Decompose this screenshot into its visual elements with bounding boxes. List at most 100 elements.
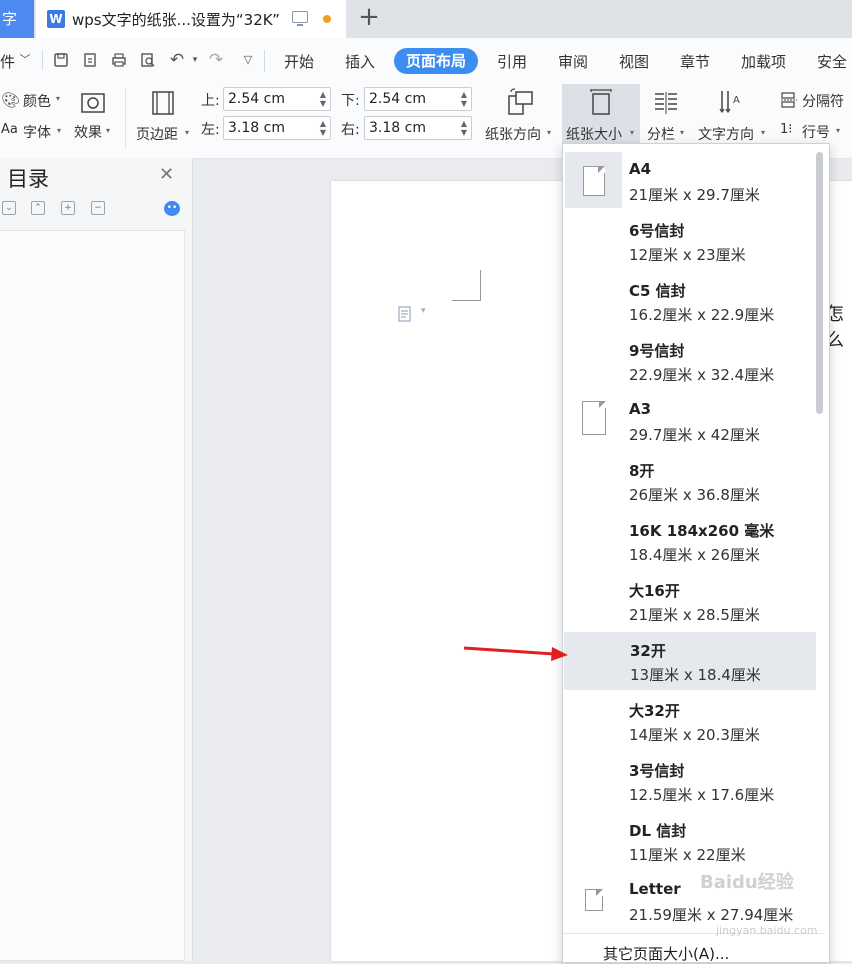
redo-icon[interactable]: ↷ [208,52,224,69]
bottom-margin-input[interactable]: 2.54 cm ▲ ▼ [364,87,472,111]
monitor-icon[interactable] [292,11,308,26]
paragraph-layout-dropdown-icon[interactable]: ▾ [421,306,426,316]
color-button[interactable]: 颜色 [23,91,51,111]
svg-text:A: A [733,95,740,106]
print-preview-icon[interactable] [140,52,156,68]
undo-icon[interactable]: ↶ [169,52,185,69]
menu-start[interactable]: 开始 [284,51,314,72]
paper-size-item[interactable]: C5 信封 16.2厘米 x 22.9厘米 [563,272,815,330]
separator-icon [780,92,798,112]
paper-size-name: 9号信封 [629,342,685,360]
paper-size-label[interactable]: 纸张大小 [566,124,622,144]
menu-references[interactable]: 引用 [497,51,527,72]
close-icon[interactable]: ✕ [159,164,174,185]
text-direction-dropdown-icon[interactable]: ▾ [761,128,765,137]
paper-size-dropdown: A4 21厘米 x 29.7厘米 6号信封 12厘米 x 23厘米 C5 信封 16.2厘… [562,143,830,963]
font-dropdown-icon[interactable]: ▾ [57,126,61,135]
paper-size-item[interactable]: 6号信封 12厘米 x 23厘米 [563,212,815,270]
menu-review[interactable]: 审阅 [558,51,588,72]
margin-button[interactable]: 页边距 [136,124,178,144]
toc-list[interactable] [0,230,185,961]
print-icon[interactable] [111,52,127,68]
menu-insert[interactable]: 插入 [345,51,375,72]
spin-up-icon[interactable]: ▲ [461,91,467,99]
paper-size-item[interactable]: 大16开 21厘米 x 28.5厘米 [563,572,815,630]
margin-icon [151,90,175,120]
spin-up-icon[interactable]: ▲ [320,120,326,128]
paper-size-item[interactable]: A3 29.7厘米 x 42厘米 [563,392,815,450]
menu-file-partial[interactable]: 件 [0,51,15,72]
effect-button[interactable]: 效果 [74,122,102,142]
color-dropdown-icon[interactable]: ▾ [56,94,60,103]
paper-size-dimensions: 14厘米 x 20.3厘米 [629,726,760,744]
paper-size-name: 3号信封 [629,762,685,780]
paper-size-name: 大32开 [629,702,680,720]
paper-size-dimensions: 12厘米 x 23厘米 [629,246,746,264]
text-direction-icon: A [718,89,746,118]
undo-dropdown-icon[interactable]: ▾ [187,52,203,68]
tab-document[interactable]: W wps文字的纸张...设置为“32K” [36,0,346,38]
expand-plus-icon[interactable]: + [61,201,75,215]
paper-size-icon [589,88,613,120]
columns-dropdown-icon[interactable]: ▾ [680,128,684,137]
orientation-dropdown-icon[interactable]: ▾ [547,128,551,137]
menu-security[interactable]: 安全 [817,51,847,72]
smart-toc-icon[interactable]: •• [164,201,180,216]
columns-button[interactable]: 分栏 [647,124,675,144]
text-direction-button[interactable]: 文字方向 [698,124,754,144]
dropdown-scrollbar[interactable] [816,152,823,414]
spin-down-icon[interactable]: ▼ [461,129,467,137]
top-margin-input[interactable]: 2.54 cm ▲ ▼ [223,87,331,111]
paper-size-dimensions: 16.2厘米 x 22.9厘米 [629,306,775,324]
menu-section[interactable]: 章节 [680,51,710,72]
collapse-down-icon[interactable]: ⌄ [2,201,16,215]
paper-size-item[interactable]: 9号信封 22.9厘米 x 32.4厘米 [563,332,815,390]
left-margin-input[interactable]: 3.18 cm ▲ ▼ [223,116,331,140]
paper-size-item[interactable]: 16K 184x260 毫米 18.4厘米 x 26厘米 [563,512,815,570]
paper-size-name: A4 [629,160,652,178]
paper-size-item[interactable]: 大32开 14厘米 x 20.3厘米 [563,692,815,750]
paper-size-name: C5 信封 [629,282,686,300]
right-margin-input[interactable]: 3.18 cm ▲ ▼ [364,116,472,140]
paper-size-dimensions: 18.4厘米 x 26厘米 [629,546,760,564]
toc-title: 目录 [7,167,49,191]
paper-size-item[interactable]: 3号信封 12.5厘米 x 17.6厘米 [563,752,815,810]
customize-chevron-icon[interactable]: ▽ [240,52,256,68]
separator-button[interactable]: 分隔符 [802,91,844,111]
bottom-margin-label: 下: [341,93,360,109]
line-number-dropdown-icon[interactable]: ▾ [836,126,840,135]
spin-down-icon[interactable]: ▼ [320,129,326,137]
spin-down-icon[interactable]: ▼ [461,100,467,108]
save-icon[interactable] [53,52,69,68]
red-arrow-annotation [463,646,568,661]
collapse-up-icon[interactable]: ⌃ [31,201,45,215]
paper-size-item[interactable]: 32开 13厘米 x 18.4厘米 [564,632,816,690]
tab-home-partial[interactable]: 字 [0,0,34,38]
left-margin-value: 3.18 cm [228,120,285,136]
paper-size-item[interactable]: DL 信封 11厘米 x 22厘米 [563,812,815,870]
spin-up-icon[interactable]: ▲ [320,91,326,99]
paragraph-layout-icon[interactable] [398,306,411,322]
orientation-button[interactable]: 纸张方向 [485,124,541,144]
paper-size-item[interactable]: 8开 26厘米 x 36.8厘米 [563,452,815,510]
collapse-minus-icon[interactable]: − [91,201,105,215]
menu-view[interactable]: 视图 [619,51,649,72]
export-pdf-icon[interactable] [82,52,98,68]
line-number-button[interactable]: 行号 [802,122,830,142]
top-margin-label: 上: [201,93,220,109]
paper-size-dropdown-icon[interactable]: ▾ [630,128,634,137]
menu-page-layout[interactable]: 页面布局 [394,48,478,74]
paper-size-dimensions: 13厘米 x 18.4厘米 [630,666,761,684]
font-button[interactable]: 字体 [23,122,51,142]
spin-up-icon[interactable]: ▲ [461,120,467,128]
paper-size-item[interactable]: A4 21厘米 x 29.7厘米 [563,152,815,210]
effect-dropdown-icon[interactable]: ▾ [106,126,110,135]
new-tab-button[interactable]: + [357,4,381,30]
page-icon [585,889,603,911]
menu-addins[interactable]: 加载项 [741,51,786,72]
right-margin-label: 右: [341,122,360,138]
margin-dropdown-icon[interactable]: ▾ [185,128,189,137]
spin-down-icon[interactable]: ▼ [320,100,326,108]
paper-size-name: 大16开 [629,582,680,600]
chevron-down-icon[interactable]: ﹀ [17,52,33,68]
